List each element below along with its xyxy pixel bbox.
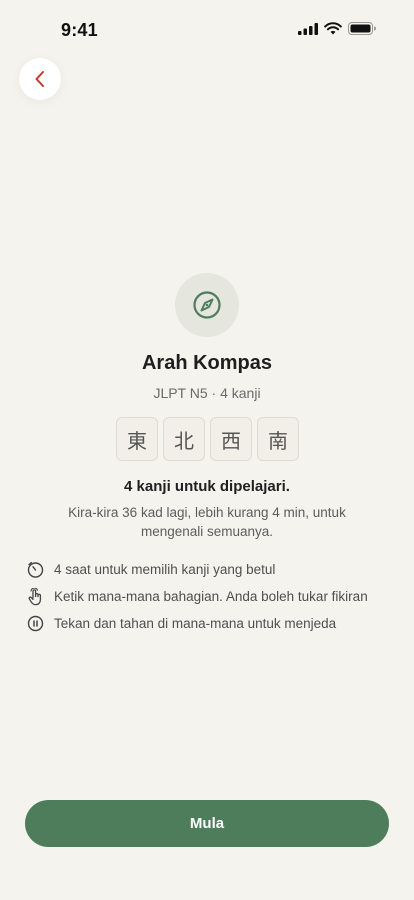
status-time: 9:41	[61, 20, 98, 40]
chevron-left-icon	[35, 71, 44, 87]
summary-description: Kira-kira 36 kad lagi, lebih kurang 4 mi…	[68, 505, 346, 539]
status-bar: 9:41	[0, 0, 414, 54]
tips-list: 4 saat untuk memilih kanji yang betul Ke…	[26, 556, 396, 637]
timer-icon	[26, 561, 44, 579]
tip-text: 4 saat untuk memilih kanji yang betul	[54, 562, 276, 577]
start-button[interactable]: Mula	[25, 800, 389, 847]
summary-heading: 4 kanji untuk dipelajari.	[124, 478, 290, 495]
list-item: Ketik mana-mana bahagian. Anda boleh tuk…	[26, 583, 396, 610]
hero-icon-circle	[175, 273, 239, 337]
kanji-row: 東 北 西 南	[116, 417, 299, 461]
pause-icon	[26, 615, 44, 633]
list-item: Tekan dan tahan di mana-mana untuk menje…	[26, 610, 396, 637]
start-button-label: Mula	[189, 815, 225, 832]
wifi-icon	[324, 22, 342, 35]
kanji-tile: 東	[116, 417, 158, 461]
back-button[interactable]	[19, 58, 61, 100]
kanji-tile: 北	[163, 417, 205, 461]
tap-hand-icon	[26, 587, 44, 606]
battery-icon	[348, 22, 376, 35]
tip-text: Tekan dan tahan di mana-mana untuk menje…	[54, 616, 337, 631]
kanji-tile: 西	[210, 417, 252, 461]
tip-text: Ketik mana-mana bahagian. Anda boleh tuk…	[54, 589, 368, 604]
cellular-signal-icon	[298, 22, 318, 35]
compass-icon	[193, 291, 221, 319]
status-icons	[298, 22, 376, 35]
page-subtitle: JLPT N5 · 4 kanji	[153, 385, 261, 401]
kanji-tile: 南	[257, 417, 299, 461]
page-title: Arah Kompas	[141, 352, 273, 374]
list-item: 4 saat untuk memilih kanji yang betul	[26, 556, 396, 583]
